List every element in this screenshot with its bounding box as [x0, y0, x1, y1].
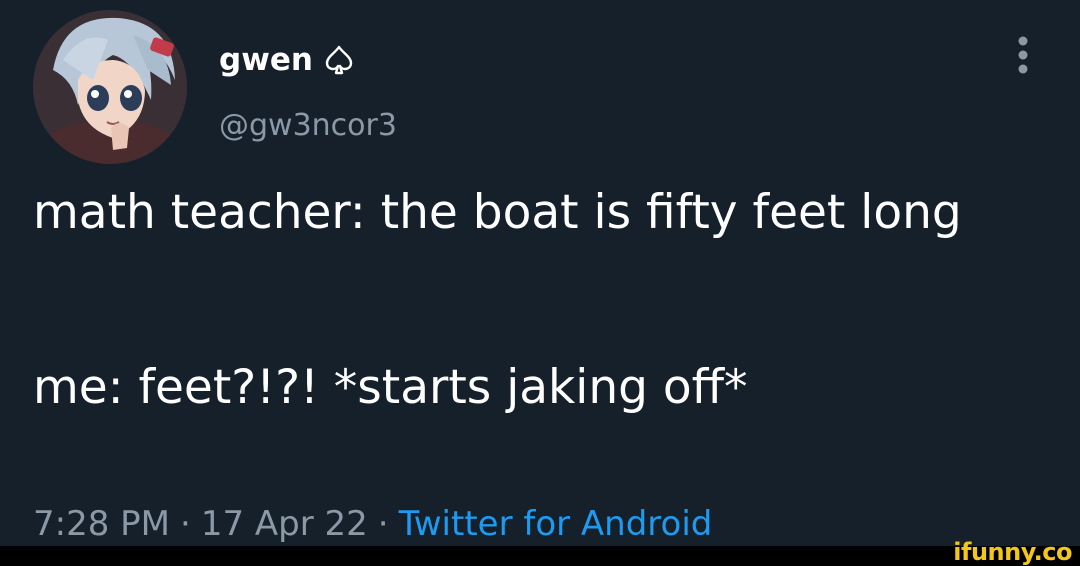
user-handle[interactable]: @gw3ncor3	[219, 106, 397, 146]
meta-separator: ·	[377, 504, 389, 544]
tweet-date[interactable]: 17 Apr 22	[201, 504, 368, 544]
display-name-text: gwen	[219, 42, 313, 78]
footer-bar	[0, 546, 1080, 566]
tweet-meta: 7:28 PM · 17 Apr 22 · Twitter for Android	[33, 502, 712, 546]
tweet-time[interactable]: 7:28 PM	[33, 504, 170, 544]
display-name[interactable]: gwen	[219, 40, 355, 80]
avatar-image	[33, 10, 187, 164]
tweet-text-line1: math teacher: the boat is fifty feet lon…	[33, 185, 962, 240]
ifunny-watermark: ifunny.co	[953, 538, 1072, 566]
more-vertical-icon[interactable]	[1008, 34, 1038, 78]
tweet-text-line2: me: feet?!?! *starts jaking off*	[33, 360, 748, 415]
meta-separator: ·	[180, 504, 191, 544]
tweet-card: gwen @gw3ncor3 math teacher: the boat is…	[0, 0, 1080, 546]
tweet-source-link[interactable]: Twitter for Android	[399, 504, 713, 544]
tweet-text: math teacher: the boat is fifty feet lon…	[33, 178, 1053, 423]
avatar[interactable]	[33, 10, 187, 164]
spade-outline-icon	[323, 44, 355, 76]
